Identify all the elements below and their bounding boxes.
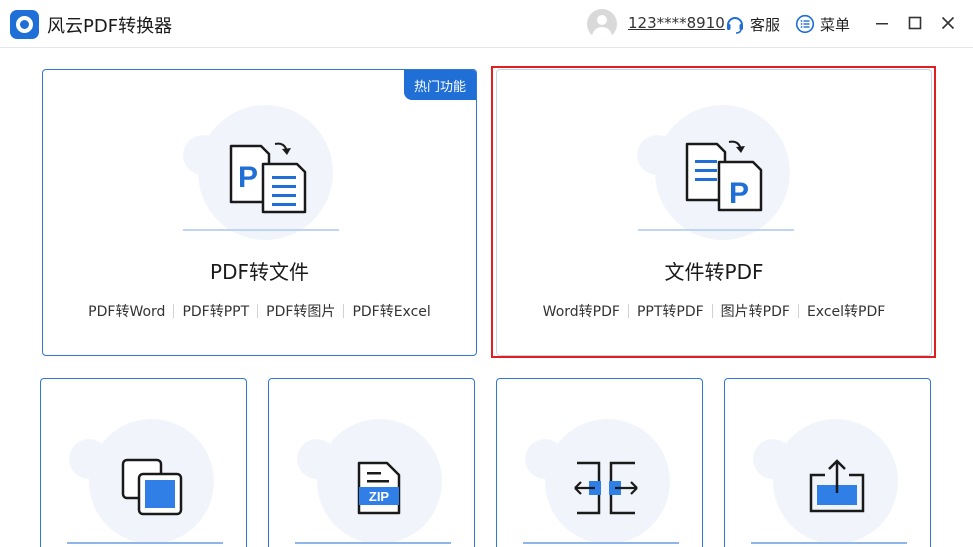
copy-pages-icon: [121, 458, 183, 516]
list-menu-icon: [795, 14, 815, 34]
file-to-pdf-title: 文件转PDF: [664, 260, 764, 284]
customer-service-button[interactable]: 客服: [725, 12, 780, 36]
title-bar: 风云PDF转换器 123****8910 客服 菜单: [0, 0, 973, 48]
close-button[interactable]: [937, 11, 959, 35]
pdf-to-file-title: PDF转文件: [210, 260, 309, 284]
minimize-button[interactable]: [871, 11, 893, 35]
account-link[interactable]: 123****8910: [628, 14, 725, 32]
excel-to-pdf-link[interactable]: Excel转PDF: [799, 301, 893, 321]
app-title: 风云PDF转换器: [47, 16, 173, 37]
word-to-pdf-link[interactable]: Word转PDF: [535, 301, 628, 321]
file-to-pdf-icon: P: [685, 140, 763, 212]
split-merge-icon: [574, 461, 638, 515]
close-icon: [941, 16, 955, 30]
svg-text:P: P: [729, 177, 749, 210]
hot-feature-badge: 热门功能: [404, 70, 476, 100]
pdf-to-excel-link[interactable]: PDF转Excel: [344, 301, 438, 321]
zip-label: ZIP: [369, 489, 390, 504]
tool-card-export[interactable]: [724, 378, 931, 547]
pdf-to-file-links: PDF转Word PDF转PPT PDF转图片 PDF转Excel: [43, 301, 476, 321]
tool-card-split[interactable]: [496, 378, 703, 547]
maximize-icon: [908, 16, 922, 30]
tool-card-copy[interactable]: [40, 378, 247, 547]
menu-button[interactable]: 菜单: [795, 12, 850, 36]
pdf-to-word-link[interactable]: PDF转Word: [80, 301, 173, 321]
customer-service-label: 客服: [750, 15, 781, 34]
zip-compress-icon: ZIP: [357, 461, 401, 515]
headset-icon: [727, 17, 743, 34]
menu-label: 菜单: [820, 15, 851, 34]
maximize-button[interactable]: [904, 11, 926, 35]
file-to-pdf-links: Word转PDF PPT转PDF 图片转PDF Excel转PDF: [497, 301, 931, 321]
avatar[interactable]: [587, 9, 617, 39]
pdf-to-file-icon: P: [229, 142, 307, 214]
export-share-icon: [809, 459, 865, 513]
image-to-pdf-link[interactable]: 图片转PDF: [713, 301, 798, 321]
tool-card-zip[interactable]: ZIP: [268, 378, 475, 547]
svg-text:P: P: [238, 161, 258, 194]
file-to-pdf-card[interactable]: P 文件转PDF Word转PDF PPT转PDF 图片转PDF Excel转P…: [496, 69, 932, 356]
app-logo-icon: [10, 10, 39, 39]
ppt-to-pdf-link[interactable]: PPT转PDF: [629, 301, 712, 321]
minimize-icon: [876, 23, 888, 25]
pdf-to-ppt-link[interactable]: PDF转PPT: [174, 301, 257, 321]
pdf-to-file-card[interactable]: 热门功能 P PDF转文件 PDF转Word PDF转PPT PDF转图片 PD…: [42, 69, 477, 356]
pdf-to-image-link[interactable]: PDF转图片: [258, 301, 343, 321]
